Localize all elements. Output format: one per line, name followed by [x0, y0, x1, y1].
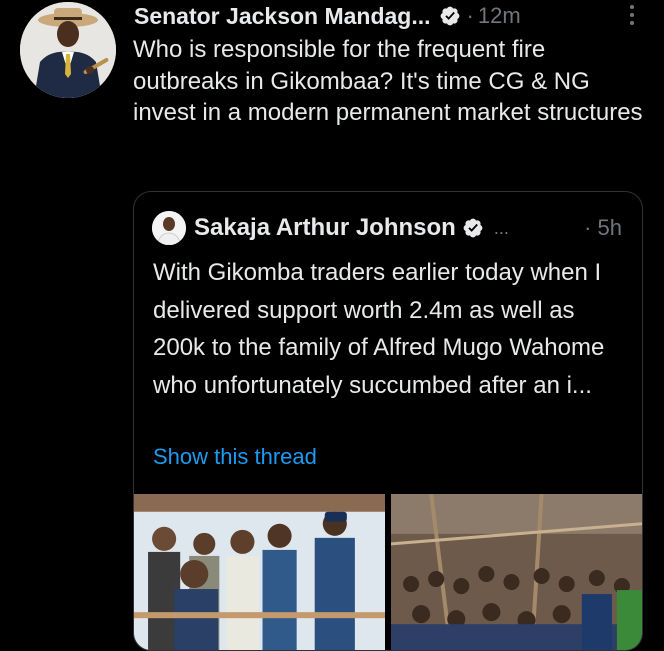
author-avatar-image	[20, 2, 116, 98]
show-thread-link[interactable]: Show this thread	[153, 444, 317, 470]
tweet-text: Who is responsible for the frequent fire…	[133, 36, 643, 126]
quoted-time-separator: ·	[584, 215, 592, 240]
crowd-photo-image	[391, 494, 642, 650]
quoted-author-name: Sakaja Arthur Johnson	[194, 214, 456, 241]
quoted-avatar-image	[152, 211, 186, 245]
author-avatar[interactable]	[20, 2, 116, 98]
tweet-time[interactable]: 12m	[478, 3, 521, 29]
media-photo-1[interactable]	[134, 494, 385, 650]
time-separator: ·	[466, 3, 474, 28]
media-photo-2[interactable]	[391, 494, 642, 650]
quoted-author-ellipsis: ...	[493, 217, 509, 238]
quoted-verified-badge-icon	[463, 218, 483, 238]
quoted-tweet-card[interactable]: Sakaja Arthur Johnson ... · 5h With Giko…	[133, 191, 643, 651]
quoted-time-value: 5h	[597, 215, 622, 240]
quoted-tweet-text: With Gikomba traders earlier today when …	[153, 259, 605, 399]
quoted-tweet-header: Sakaja Arthur Johnson ... · 5h	[152, 210, 632, 246]
quoted-media-grid	[134, 494, 642, 650]
traders-photo-image	[134, 494, 385, 650]
more-vertical-icon[interactable]	[628, 4, 636, 26]
quoted-tweet-time: · 5h	[584, 215, 622, 241]
author-name[interactable]: Senator Jackson Mandag...	[134, 3, 431, 30]
quoted-author-avatar	[152, 211, 186, 245]
tweet-header: Senator Jackson Mandag... · 12m	[134, 0, 654, 32]
verified-badge-icon	[440, 6, 459, 26]
